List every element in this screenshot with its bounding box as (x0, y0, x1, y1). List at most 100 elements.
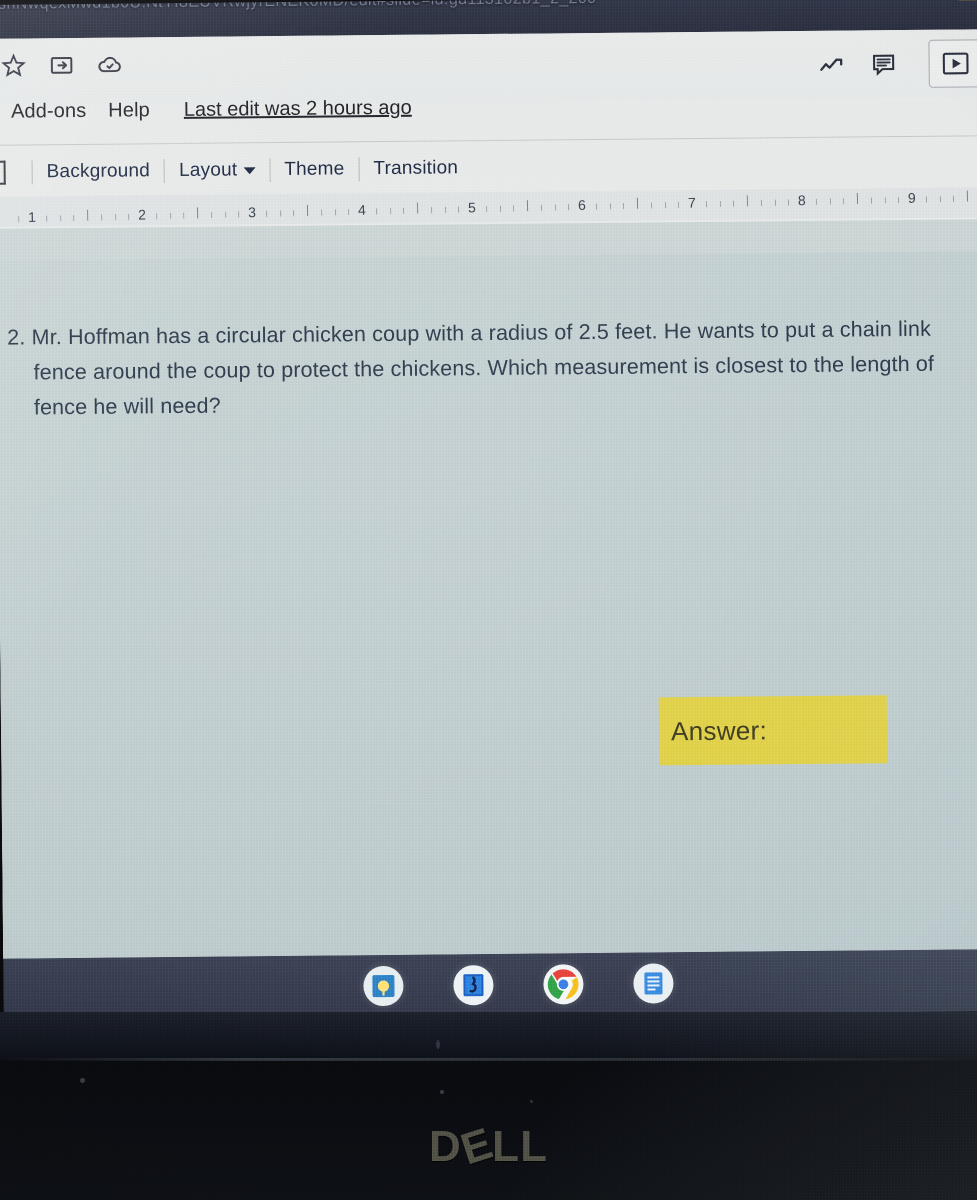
ruler-tick (568, 204, 570, 211)
docs-glyph (644, 972, 663, 995)
ruler-tick (705, 201, 707, 208)
ruler-tick (196, 207, 199, 219)
last-edit-status[interactable]: Last edit was 2 hours ago (184, 97, 412, 122)
slides-menu-bar: Add-ons Help Last edit was 2 hours ago (0, 91, 977, 143)
cloud-saved-icon[interactable] (96, 52, 122, 78)
ruler-tick (375, 208, 377, 215)
star-icon[interactable] (0, 52, 26, 78)
ruler-tick (664, 202, 666, 209)
google-slides-app: Add-ons Help Last edit was 2 hours ago B… (0, 29, 977, 959)
laptop-screen: snNwqexMwd1b0U.NtYf8EUVRwjyrENEKoMD/edit… (0, 0, 977, 1047)
ruler-tick (403, 207, 405, 214)
toolbar-separator (358, 157, 360, 182)
ruler-tick (898, 197, 900, 204)
ruler-tick (925, 196, 927, 203)
move-to-folder-icon[interactable] (48, 52, 74, 78)
ruler-tick (18, 216, 20, 223)
launcher-icon[interactable] (363, 965, 404, 1007)
hinge-highlight (0, 1058, 977, 1061)
ruler-tick (678, 201, 680, 208)
ruler-tick (155, 213, 157, 220)
transition-button[interactable]: Transition (373, 157, 458, 180)
present-button[interactable] (928, 39, 977, 88)
ruler-number: 9 (907, 189, 916, 206)
ruler-tick (636, 197, 639, 209)
activity-dashboard-icon[interactable] (819, 52, 845, 78)
toolbar-separator (31, 160, 33, 185)
files-app-icon[interactable] (453, 965, 494, 1006)
current-slide[interactable]: 2. Mr. Hoffman has a circular chicken co… (0, 251, 977, 959)
ruler-tick (540, 204, 542, 211)
chevron-up-icon[interactable]: ^ (937, 0, 944, 3)
ruler-tick (430, 207, 432, 214)
ruler-tick (59, 215, 61, 222)
ruler-tick (650, 202, 652, 209)
ruler-tick (623, 203, 625, 210)
ruler-tick (953, 195, 955, 202)
menu-add-ons[interactable]: Add-ons (11, 100, 86, 124)
dust-speck (440, 1090, 444, 1094)
docs-app-icon[interactable] (633, 963, 674, 1004)
slides-right-actions (818, 39, 977, 89)
menu-items: Add-ons Help Last edit was 2 hours ago (11, 97, 412, 124)
chromeos-shelf[interactable] (3, 949, 977, 1021)
ruler-tick (348, 209, 350, 216)
ruler-tick (843, 198, 845, 205)
ruler-tick (746, 195, 749, 207)
ruler-tick (939, 196, 941, 203)
ruler-tick (306, 204, 309, 216)
ruler-tick (499, 205, 501, 212)
menu-help[interactable]: Help (108, 99, 150, 122)
ruler-tick (416, 202, 419, 214)
address-bar-url[interactable]: snNwqexMwd1b0U.NtYf8EUVRwjyrENEKoMD/edit… (0, 0, 597, 14)
files-glyph (463, 974, 484, 997)
omnibox-right-icons: ^ (937, 0, 977, 3)
ruler-tick (733, 200, 735, 207)
ruler-tick (389, 208, 391, 215)
ruler-tick (609, 203, 611, 210)
slide-question-text[interactable]: 2. Mr. Hoffman has a circular chicken co… (7, 311, 968, 425)
ruler-tick (485, 206, 487, 213)
layout-button[interactable]: Layout (179, 159, 256, 182)
dust-speck (530, 1100, 533, 1103)
ruler-tick (719, 200, 721, 207)
theme-button[interactable]: Theme (284, 158, 344, 181)
ruler-tick (320, 209, 322, 216)
chrome-icon[interactable] (543, 964, 584, 1005)
background-label: Background (46, 160, 151, 183)
dust-speck (436, 1040, 440, 1049)
toolbar-cut-off-button[interactable] (0, 160, 6, 185)
ruler-tick (114, 214, 116, 221)
ruler-tick (265, 210, 267, 217)
ruler-number: 1 (27, 208, 37, 226)
ruler-tick (224, 211, 226, 218)
ruler-tick (856, 192, 859, 204)
ruler-tick (334, 209, 336, 216)
comments-icon[interactable] (871, 51, 897, 77)
ruler-tick (595, 203, 597, 210)
ruler-tick (238, 211, 240, 218)
ruler-tick (870, 197, 872, 204)
ruler-tick (788, 199, 790, 206)
ruler-tick (513, 205, 515, 212)
ruler-tick (815, 198, 817, 205)
screen-bezel (0, 1012, 977, 1064)
present-icon (942, 52, 969, 75)
transition-label: Transition (373, 157, 459, 180)
ruler-tick (183, 212, 185, 219)
slide-canvas-area[interactable]: 2. Mr. Hoffman has a circular chicken co… (0, 219, 977, 959)
ruler-tick (293, 210, 295, 217)
answer-textbox[interactable]: Answer: (658, 695, 888, 766)
ruler-tick (100, 214, 102, 221)
ruler-number: 2 (137, 206, 147, 223)
ruler-tick (444, 206, 446, 213)
launcher-glyph (372, 974, 395, 998)
toolbar-separator (163, 159, 166, 184)
background-button[interactable]: Background (47, 160, 151, 183)
chrome-glyph (547, 968, 579, 1000)
dell-logo: DELL (0, 1119, 977, 1175)
shelf-icons (3, 949, 977, 1021)
answer-label: Answer: (670, 714, 768, 746)
dust-speck (80, 1078, 85, 1083)
ruler-tick (45, 215, 47, 222)
